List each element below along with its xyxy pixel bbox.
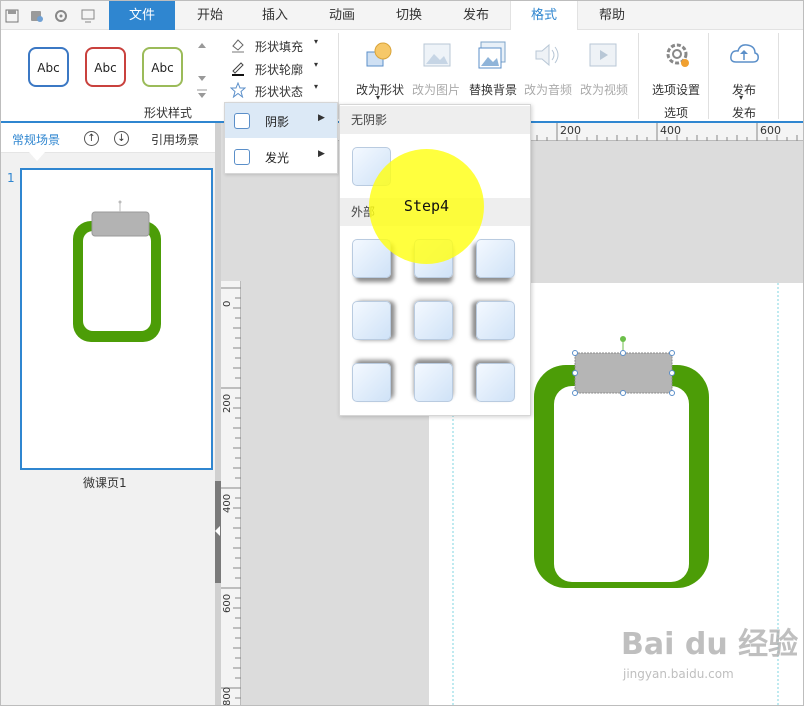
scene-panel: 常规场景 ↑ ↓ 引用场景 1 微课页1 (1, 123, 215, 705)
watermark-url: jingyan.baidu.com (623, 667, 734, 681)
shadow-option-outer[interactable] (476, 239, 515, 278)
shadow-icon (234, 113, 250, 129)
change-to-audio-button: 改为音频 (523, 83, 572, 97)
chevron-down-icon[interactable]: ▾ (314, 37, 318, 46)
gear-icon (666, 43, 689, 67)
submenu-arrow-icon: ▶ (318, 113, 325, 123)
shadow-option-outer[interactable] (476, 363, 515, 402)
shape-outline-button[interactable]: 形状轮廓 (255, 61, 303, 78)
ruler-label: 200 (222, 393, 233, 413)
change-to-video-button: 改为视频 (579, 83, 628, 97)
shadow-option-outer[interactable] (476, 301, 515, 340)
ruler-label: 600 (222, 593, 233, 613)
chevron-down-icon[interactable]: ▾ (314, 60, 318, 69)
slide-name: 微课页1 (83, 476, 127, 490)
shape-style-red[interactable]: Abc (85, 47, 126, 87)
ribbon-tab-bar: 文件 开始 插入 动画 切换 发布 格式 帮助 (1, 1, 803, 31)
shape-style-group-label: 形状样式 (143, 106, 192, 120)
no-shadow-header: 无阴影 (340, 106, 530, 134)
shadow-option-outer[interactable] (414, 301, 453, 340)
tab-reference-scene[interactable]: 引用场景 (151, 131, 199, 148)
tab-transition[interactable]: 切换 (381, 1, 437, 30)
tab-publish[interactable]: 发布 (448, 1, 504, 30)
baidu-watermark: Bai du 经验 jingyan.baidu.com (621, 619, 798, 689)
chevron-down-icon[interactable]: ▾ (376, 93, 380, 102)
tab-insert[interactable]: 插入 (247, 1, 303, 30)
scene-panel-header: 常规场景 ↑ ↓ 引用场景 (1, 123, 215, 161)
shape-effect-menu: 阴影 ▶ 发光 ▶ (224, 102, 338, 174)
replace-background-button[interactable]: 替换背景 (466, 81, 520, 98)
change-shape-icon (366, 42, 392, 67)
menu-item-glow[interactable]: 发光 ▶ (225, 139, 337, 174)
menu-item-label: 发光 (265, 151, 290, 165)
paint-bucket-icon (232, 39, 244, 53)
shadow-option-outer[interactable] (352, 363, 391, 402)
publish-button[interactable]: 发布 (719, 81, 769, 98)
menu-item-shadow[interactable]: 阴影 ▶ (225, 103, 337, 138)
ruler-label: 600 (760, 124, 781, 137)
style-gallery-scroll[interactable] (194, 38, 210, 100)
shadow-option-outer[interactable] (352, 301, 391, 340)
watermark-logo: Bai du 经验 (621, 627, 799, 662)
replace-background-icon (478, 41, 506, 69)
app-window: 文件 开始 插入 动画 切换 发布 格式 帮助 Abc Abc Abc 形状样式… (0, 0, 804, 706)
option-settings-button[interactable]: 选项设置 (648, 81, 704, 98)
shadow-option-outer[interactable] (414, 363, 453, 402)
screen-icon[interactable] (81, 9, 95, 23)
slide-thumbnail-preview (73, 200, 161, 342)
publish-cloud-icon (730, 44, 759, 63)
options-group-label: 选项 (663, 106, 688, 120)
tab-file[interactable]: 文件 (109, 1, 175, 30)
settings-icon[interactable] (54, 9, 68, 23)
vertical-ruler: 0 200 400 600 800 (221, 281, 241, 706)
publish-group-label: 发布 (731, 106, 756, 120)
ruler-label: 800 (222, 686, 233, 706)
ruler-label: 200 (560, 124, 581, 137)
ribbon-separator (708, 33, 709, 119)
ribbon-separator (778, 33, 779, 119)
glow-icon (234, 149, 250, 165)
chevron-down-icon[interactable]: ▾ (739, 93, 743, 102)
move-down-icon[interactable]: ↓ (114, 131, 129, 146)
ruler-label: 400 (222, 493, 233, 513)
menu-item-label: 阴影 (265, 115, 290, 129)
save-icon[interactable] (5, 9, 19, 23)
shape-style-green[interactable]: Abc (142, 47, 183, 87)
active-tab-pointer (29, 152, 45, 161)
shape-state-button[interactable]: 形状状态 (255, 83, 303, 100)
ribbon-separator (638, 33, 639, 119)
tab-format[interactable]: 格式 (510, 1, 578, 31)
move-up-icon[interactable]: ↑ (84, 131, 99, 146)
video-icon (589, 43, 617, 67)
tab-normal-scene[interactable]: 常规场景 (12, 131, 60, 148)
tab-help[interactable]: 帮助 (584, 1, 640, 30)
ruler-label: 0 (222, 300, 233, 307)
image-icon (423, 43, 451, 67)
change-to-image-button: 改为图片 (411, 83, 460, 97)
audio-icon (535, 43, 559, 67)
shape-fill-button[interactable]: 形状填充 (255, 38, 303, 55)
cloud-icon[interactable] (30, 9, 44, 23)
rotate-handle (620, 336, 626, 342)
clip-shape-selected (574, 352, 673, 394)
pen-icon (232, 62, 244, 76)
tab-animation[interactable]: 动画 (314, 1, 370, 30)
slide-thumbnail[interactable] (20, 168, 213, 470)
shape-style-blue[interactable]: Abc (28, 47, 69, 87)
step-callout: Step4 (369, 149, 484, 264)
chevron-down-icon[interactable]: ▾ (314, 82, 318, 91)
star-icon (230, 82, 246, 98)
slide-number: 1 (7, 171, 15, 185)
ruler-label: 400 (660, 124, 681, 137)
submenu-arrow-icon: ▶ (318, 149, 325, 159)
tab-home[interactable]: 开始 (182, 1, 238, 30)
